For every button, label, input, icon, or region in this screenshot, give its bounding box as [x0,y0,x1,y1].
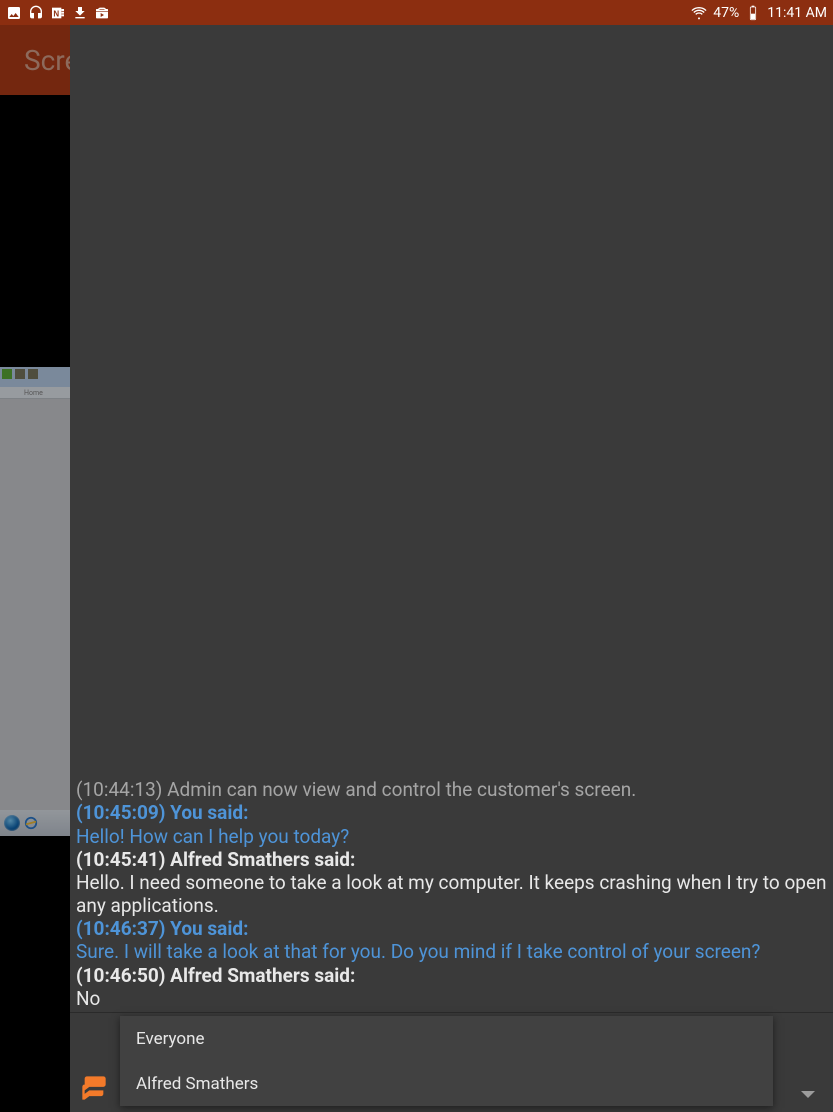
chat-message: (10:45:41) Alfred Smathers said: Hello. … [76,848,827,918]
battery-icon [745,5,761,21]
chat-log: (10:44:13) Admin can now view and contro… [76,778,827,1010]
msg-time: (10:45:09) [76,801,165,824]
msg-body: Hello! How can I help you today? [76,825,827,848]
chat-message: (10:46:50) Alfred Smathers said: No [76,964,827,1010]
recipient-label: Alfred Smathers [136,1074,258,1094]
system-message: (10:44:13) Admin can now view and contro… [76,778,827,801]
status-left: N [6,5,110,21]
svg-text:N: N [53,9,59,18]
chat-message: (10:46:37) You said: Sure. I will take a… [76,917,827,963]
screen-root: N 47% 11:41 AM Scre Home [0,0,833,1112]
image-icon [6,5,22,21]
msg-time: (10:45:41) [76,848,165,871]
chevron-down-icon[interactable] [801,1091,815,1098]
recipient-label: Everyone [136,1029,205,1049]
system-time: (10:44:13) [76,778,162,801]
status-right: 47% 11:41 AM [691,5,827,21]
msg-sender: You said: [170,917,248,940]
recipient-option-everyone[interactable]: Everyone [120,1016,773,1061]
chat-message: (10:45:09) You said: Hello! How can I he… [76,801,827,847]
headphones-icon [28,5,44,21]
msg-body: Hello. I need someone to take a look at … [76,871,827,917]
onenote-icon: N [50,5,66,21]
system-text: Admin can now view and control the custo… [167,778,636,801]
msg-time: (10:46:50) [76,964,165,987]
msg-body: No [76,987,827,1010]
play-store-icon [94,5,110,21]
clock-text: 11:41 AM [767,5,827,21]
recipient-option-user[interactable]: Alfred Smathers [120,1061,773,1106]
download-icon [72,5,88,21]
chat-panel: (10:44:13) Admin can now view and contro… [70,25,833,1112]
chat-input-bar: Everyone Alfred Smathers [70,1012,833,1112]
msg-sender: You said: [170,801,248,824]
msg-sender: Alfred Smathers said: [170,964,355,987]
chat-scroll[interactable]: (10:44:13) Admin can now view and contro… [70,25,833,1012]
chat-icon[interactable] [76,1070,112,1106]
status-bar: N 47% 11:41 AM [0,0,833,25]
wifi-icon [691,5,707,21]
msg-time: (10:46:37) [76,917,165,940]
battery-percent: 47% [713,5,739,21]
msg-body: Sure. I will take a look at that for you… [76,940,827,963]
recipient-popup: Everyone Alfred Smathers [120,1016,773,1106]
msg-sender: Alfred Smathers said: [170,848,355,871]
